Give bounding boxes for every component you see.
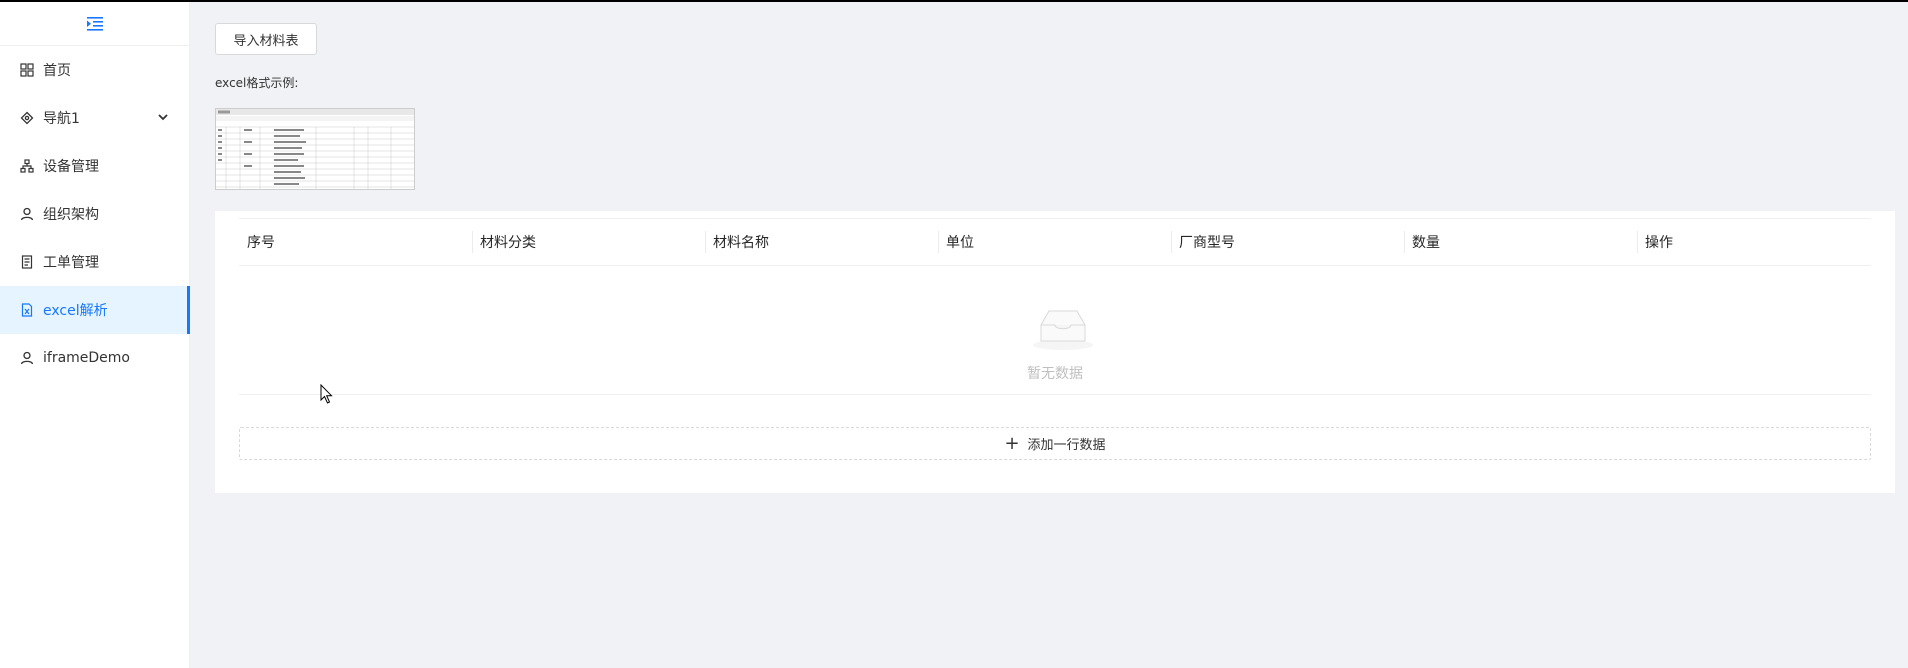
sidebar-item-organization[interactable]: 组织架构	[0, 190, 189, 238]
sidebar-item-label: 工单管理	[43, 255, 99, 271]
org-chart-icon	[20, 159, 34, 173]
sidebar-item-label: iframeDemo	[43, 350, 131, 366]
compass-icon	[20, 111, 34, 125]
menu-fold-icon[interactable]	[86, 16, 103, 31]
mouse-cursor-icon	[320, 383, 334, 408]
table-header: 序号 材料分类 材料名称 单位 厂商型号 数量 操作	[239, 218, 1871, 266]
empty-inbox-icon	[1031, 307, 1095, 355]
add-row-label: 添加一行数据	[1027, 438, 1106, 453]
empty-state: 暂无数据	[239, 267, 1871, 395]
sidebar-item-label: excel解析	[43, 303, 108, 319]
user-icon	[20, 351, 34, 365]
chevron-down-icon	[157, 111, 169, 127]
sidebar-item-label: 首页	[43, 63, 71, 79]
sidebar-item-excel-parse[interactable]: excel解析	[0, 286, 190, 334]
sidebar-item-label: 设备管理	[43, 159, 99, 175]
grid-icon	[20, 63, 34, 77]
materials-table-card: 序号 材料分类 材料名称 单位 厂商型号 数量 操作 暂无数据 + 添加一行数据	[215, 211, 1895, 493]
column-header-quantity: 数量	[1404, 219, 1637, 265]
example-label: excel格式示例:	[215, 76, 299, 90]
main-content: 导入材料表 excel格式示例: 序号 材料分类 材料名称 单位 厂商型号 数量…	[190, 2, 1908, 668]
sidebar: 首页 导航1 设备管理 组织架构 工单管理 excel解析 iframeDemo	[0, 2, 190, 668]
import-materials-button[interactable]: 导入材料表	[215, 23, 317, 55]
sidebar-item-work-orders[interactable]: 工单管理	[0, 238, 189, 286]
sidebar-item-label: 导航1	[43, 111, 80, 127]
excel-file-icon	[20, 303, 34, 317]
user-icon	[20, 207, 34, 221]
add-row-button[interactable]: + 添加一行数据	[239, 427, 1871, 460]
sidebar-header	[0, 2, 189, 46]
empty-text: 暂无数据	[1027, 366, 1083, 382]
column-header-model: 厂商型号	[1171, 219, 1404, 265]
column-header-index: 序号	[247, 235, 275, 251]
column-header-category: 材料分类	[472, 219, 705, 265]
sidebar-item-iframe-demo[interactable]: iframeDemo	[0, 334, 189, 382]
excel-example-image	[215, 108, 415, 190]
sidebar-item-nav1[interactable]: 导航1	[0, 94, 189, 142]
column-header-unit: 单位	[938, 219, 1171, 265]
plus-icon: +	[1004, 432, 1020, 454]
column-header-name: 材料名称	[705, 219, 938, 265]
column-header-actions: 操作	[1637, 219, 1870, 265]
sidebar-item-device-management[interactable]: 设备管理	[0, 142, 189, 190]
sidebar-item-home[interactable]: 首页	[0, 46, 189, 94]
file-icon	[20, 255, 34, 269]
sidebar-item-label: 组织架构	[43, 207, 99, 223]
